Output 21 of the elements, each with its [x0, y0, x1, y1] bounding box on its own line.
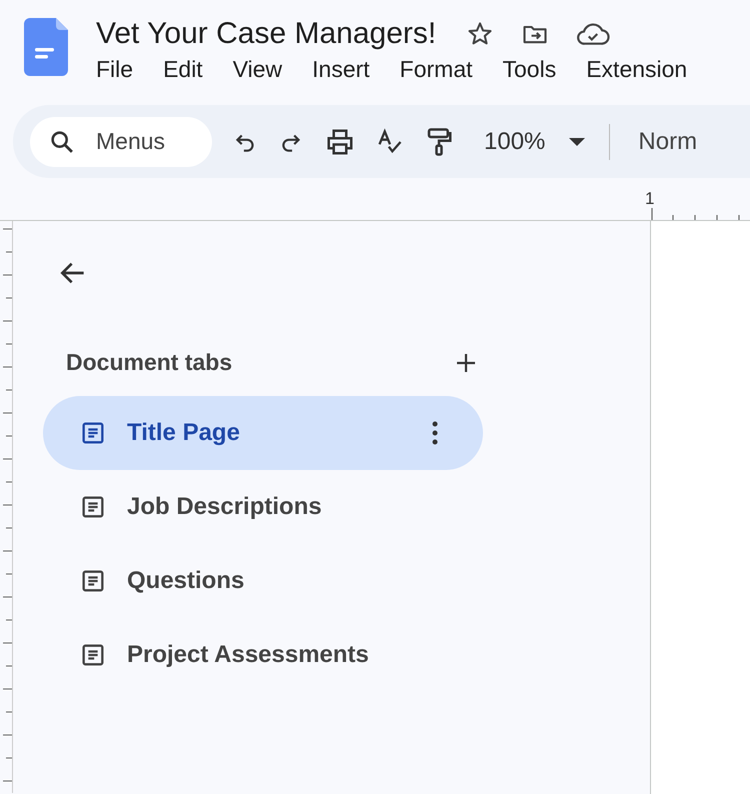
menu-item[interactable]: Format: [400, 56, 473, 83]
menu-item[interactable]: View: [232, 56, 282, 83]
menu-item[interactable]: Tools: [502, 56, 556, 83]
docs-logo-icon[interactable]: [24, 18, 68, 76]
more-options-icon[interactable]: [432, 421, 438, 445]
caret-icon: [569, 138, 586, 146]
document-tab[interactable]: Title Page: [43, 396, 483, 470]
document-tab[interactable]: Job Descriptions: [43, 470, 483, 544]
menu-item[interactable]: File: [96, 56, 134, 83]
menu-item[interactable]: Extension: [586, 56, 688, 83]
document-tab[interactable]: Questions: [43, 544, 483, 618]
cloud-check-icon[interactable]: [576, 21, 610, 47]
sidebar-heading: Document tabs: [66, 349, 232, 376]
search-field[interactable]: Menus: [30, 116, 212, 166]
document-tab[interactable]: Project Assessments: [43, 618, 483, 692]
menu-item[interactable]: Insert: [312, 56, 370, 83]
paragraph-style-dropdown[interactable]: Norm: [638, 128, 698, 156]
zoom-dropdown[interactable]: 100%: [484, 128, 586, 156]
document-title[interactable]: Vet Your Case Managers!: [96, 17, 436, 51]
menu-item[interactable]: Edit: [163, 56, 203, 83]
ruler-number: 1: [645, 189, 654, 209]
